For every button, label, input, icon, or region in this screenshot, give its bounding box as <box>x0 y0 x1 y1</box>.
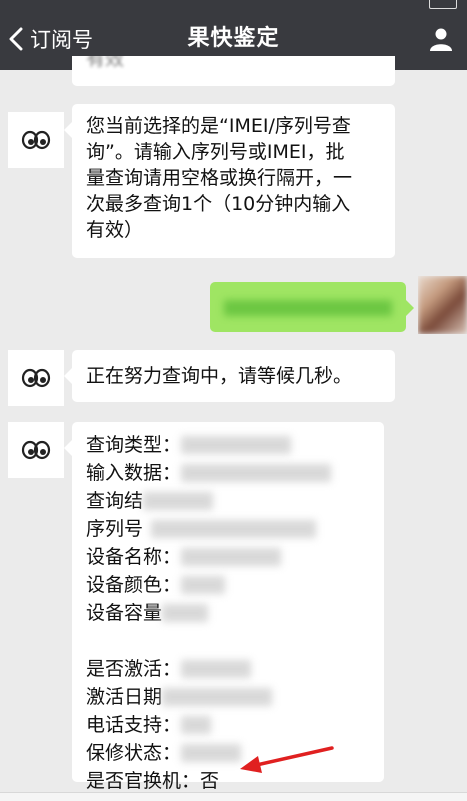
result-row: 电话支持： <box>86 711 370 739</box>
redacted-value <box>151 520 317 538</box>
prev-fragment-text: 有效 <box>86 56 125 70</box>
result-row: 查询类型： <box>86 431 370 459</box>
avatar[interactable] <box>8 422 64 478</box>
battery-icon <box>429 0 457 9</box>
result-row: 是否激活： <box>86 655 370 683</box>
notice-line-3: 量查询请用空格或换行隔开，一 <box>86 167 353 189</box>
official-swap-label: 是否官换机： <box>86 770 201 792</box>
notice-line-4: 次最多查询1个（10分钟内输入 <box>86 193 351 215</box>
redacted-value <box>181 576 226 594</box>
person-icon[interactable] <box>429 27 453 51</box>
official-swap-value: 否 <box>200 770 220 792</box>
redacted-value <box>181 660 252 678</box>
result-row: 激活日期 <box>86 683 370 711</box>
user-avatar[interactable] <box>418 276 467 334</box>
sent-message-redacted <box>224 300 392 316</box>
result-row: 设备容量 <box>86 599 370 627</box>
redacted-value <box>181 548 282 566</box>
avatar[interactable] <box>8 112 64 168</box>
result-message: 查询类型： 输入数据： 查询结 序列号 设备名称： 设备颜色： 设备容量 是否激… <box>64 422 384 792</box>
sent-message <box>210 282 414 332</box>
eyes-logo-icon <box>21 440 51 460</box>
avatar[interactable] <box>8 350 64 406</box>
redacted-value <box>181 464 332 482</box>
eyes-logo-icon <box>21 130 51 150</box>
status-bar <box>0 0 467 10</box>
result-row: 输入数据： <box>86 459 370 487</box>
chat-area[interactable]: 有效 您当前选择的是“IMEI/序列号查 询”。请输入序列号或IMEI，批 量查… <box>0 56 467 801</box>
redacted-value <box>162 604 209 622</box>
notice-line-2: 询”。请输入序列号或IMEI，批 <box>86 141 345 163</box>
redacted-value <box>181 744 242 762</box>
redacted-value <box>181 436 292 454</box>
notice-message: 您当前选择的是“IMEI/序列号查 询”。请输入序列号或IMEI，批 量查询请用… <box>64 104 395 258</box>
eyes-logo-icon <box>21 368 51 388</box>
waiting-text: 正在努力查询中，请等候几秒。 <box>86 365 353 387</box>
result-row: 设备名称： <box>86 543 370 571</box>
result-row: 查询结 <box>86 487 370 515</box>
red-arrow-icon <box>240 746 334 773</box>
notice-line-5: 有效） <box>86 219 144 241</box>
result-row: 设备颜色： <box>86 571 370 599</box>
waiting-message: 正在努力查询中，请等候几秒。 <box>64 350 395 402</box>
result-row: 序列号 <box>86 515 370 543</box>
redacted-value <box>181 716 212 734</box>
message-bubble-prev: 有效 <box>72 56 395 86</box>
page-title: 果快鉴定 <box>187 26 280 51</box>
notice-line-1: 您当前选择的是“IMEI/序列号查 <box>86 115 351 137</box>
redacted-value <box>143 492 214 510</box>
redacted-value <box>162 688 273 706</box>
